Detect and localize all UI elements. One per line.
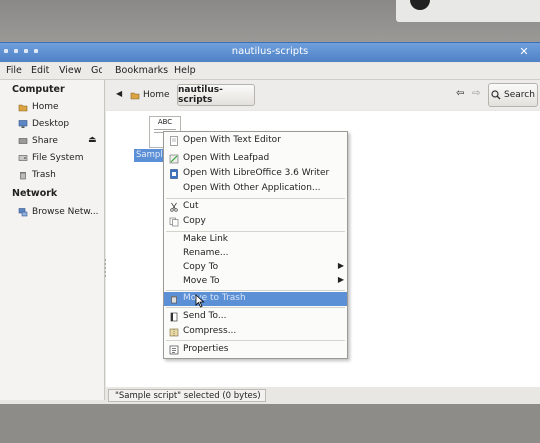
sidebar-item-label: Trash <box>32 170 56 180</box>
menu-separator <box>166 340 345 341</box>
menu-item-label: Open With LibreOffice 3.6 Writer <box>183 168 330 178</box>
menu-file[interactable]: File <box>6 65 22 76</box>
path-button-current[interactable]: nautilus-scripts <box>177 84 255 106</box>
menu-item-copy[interactable]: Copy <box>164 215 347 229</box>
menu-item-label: Cut <box>183 201 199 211</box>
menu-bar: File Edit View Go Bookmarks Help <box>0 63 540 80</box>
sidebar-item-desktop[interactable]: Desktop <box>18 117 69 131</box>
menu-item-move-to-trash[interactable]: Move to Trash <box>164 292 347 306</box>
menu-item-label: Move To <box>183 276 220 286</box>
menu-edit[interactable]: Edit <box>31 65 49 76</box>
menu-item-label: Properties <box>183 344 229 354</box>
sidebar-item-trash[interactable]: Trash <box>18 168 56 182</box>
path-button-label: nautilus-scripts <box>178 85 223 105</box>
submenu-arrow-icon: ▶ <box>337 261 344 270</box>
menu-item-make-link[interactable]: Make Link <box>164 233 347 247</box>
sidebar-item-label: Share <box>32 136 58 146</box>
home-folder-icon <box>130 92 140 100</box>
window-title: nautilus-scripts <box>231 46 309 57</box>
network-icon <box>18 208 28 217</box>
sidebar-item-label: Desktop <box>32 119 70 129</box>
close-icon[interactable]: ✕ <box>518 46 530 58</box>
menu-item-label: Move to Trash <box>183 293 246 303</box>
menu-item-send-to[interactable]: Send To... <box>164 310 347 324</box>
submenu-arrow-icon: ▶ <box>337 275 344 284</box>
menu-item-open-with-leafpad[interactable]: Open With Leafpad <box>164 152 347 166</box>
search-button[interactable]: Search <box>488 83 538 107</box>
trash-icon <box>171 296 177 304</box>
menu-item-cut[interactable]: Cut <box>164 200 347 214</box>
menu-item-open-with-writer[interactable]: Open With LibreOffice 3.6 Writer <box>164 167 347 181</box>
harddisk-icon <box>18 155 28 161</box>
menu-item-label: Copy To <box>183 262 219 272</box>
sidebar-item-label: Browse Netw... <box>32 207 99 217</box>
location-toolbar: ◀ Home nautilus-scripts ⇦ ⇨ Search <box>106 80 540 110</box>
menu-item-label: Open With Other Application... <box>183 183 321 193</box>
nav-forward-icon[interactable]: ⇨ <box>472 88 480 99</box>
menu-view[interactable]: View <box>59 65 82 76</box>
sidebar-header-computer: Computer <box>12 84 65 95</box>
trash-icon <box>20 172 26 180</box>
menu-item-label: Rename... <box>183 248 229 258</box>
sidebar-item-filesystem[interactable]: File System <box>18 151 83 165</box>
panel-indicator-icon <box>410 0 430 10</box>
search-label: Search <box>504 90 535 100</box>
scissors-icon <box>170 202 178 212</box>
menu-separator <box>166 198 345 199</box>
context-menu: Open With Text Editor Open With Leafpad … <box>163 131 348 359</box>
menu-separator <box>166 290 345 291</box>
menu-separator <box>166 231 345 232</box>
drive-icon <box>18 138 28 144</box>
title-bar[interactable]: nautilus-scripts ✕ <box>0 43 540 62</box>
places-sidebar: Computer Home Desktop Share ⏏ File Syste… <box>0 80 105 400</box>
sidebar-item-browse-network[interactable]: Browse Netw... <box>18 205 99 219</box>
compress-icon <box>169 328 179 337</box>
menu-item-label: Send To... <box>183 311 227 321</box>
sidebar-header-network: Network <box>12 188 58 199</box>
menu-item-label: Make Link <box>183 234 228 244</box>
status-bar: "Sample script" selected (0 bytes) <box>108 389 266 402</box>
sidebar-item-home[interactable]: Home <box>18 100 59 114</box>
writer-icon <box>170 169 178 179</box>
path-back-arrow-icon[interactable]: ◀ <box>116 89 122 98</box>
menu-item-copy-to[interactable]: Copy To ▶ <box>164 261 347 275</box>
path-button-label: Home <box>143 90 170 100</box>
menu-item-compress[interactable]: Compress... <box>164 325 347 339</box>
path-button-home[interactable]: Home <box>130 84 172 106</box>
menu-go[interactable]: Go <box>91 65 102 76</box>
desktop-background <box>0 0 540 42</box>
menu-help[interactable]: Help <box>174 65 196 76</box>
menu-item-label: Open With Text Editor <box>183 135 281 145</box>
menu-item-move-to[interactable]: Move To ▶ <box>164 275 347 289</box>
desktop-icon <box>18 120 28 128</box>
nav-back-icon[interactable]: ⇦ <box>456 88 464 99</box>
text-editor-icon <box>170 136 178 146</box>
menu-bookmarks[interactable]: Bookmarks <box>115 65 168 76</box>
eject-icon[interactable]: ⏏ <box>88 135 97 145</box>
menu-separator <box>166 307 345 308</box>
file-name-label[interactable]: Sample <box>134 149 164 162</box>
sidebar-item-share[interactable]: Share <box>18 134 58 148</box>
menu-item-rename[interactable]: Rename... <box>164 247 347 261</box>
sidebar-item-label: Home <box>32 102 59 112</box>
search-icon <box>491 90 501 100</box>
sidebar-item-label: File System <box>32 153 84 163</box>
menu-item-open-with-text-editor[interactable]: Open With Text Editor <box>164 134 347 148</box>
desktop-panel <box>396 0 540 22</box>
properties-icon <box>169 345 179 355</box>
menu-item-label: Compress... <box>183 326 237 336</box>
leafpad-icon <box>169 154 179 164</box>
menu-item-label: Copy <box>183 216 206 226</box>
send-icon <box>170 312 178 322</box>
menu-item-label: Open With Leafpad <box>183 153 270 163</box>
file-thumbnail-text: ABC <box>157 118 173 126</box>
mouse-pointer-icon <box>195 294 205 308</box>
desktop-background-bottom <box>0 403 540 443</box>
menu-item-properties[interactable]: Properties <box>164 343 347 357</box>
home-folder-icon <box>18 104 28 112</box>
copy-icon <box>169 217 179 227</box>
menu-item-open-with-other[interactable]: Open With Other Application... <box>164 182 347 196</box>
